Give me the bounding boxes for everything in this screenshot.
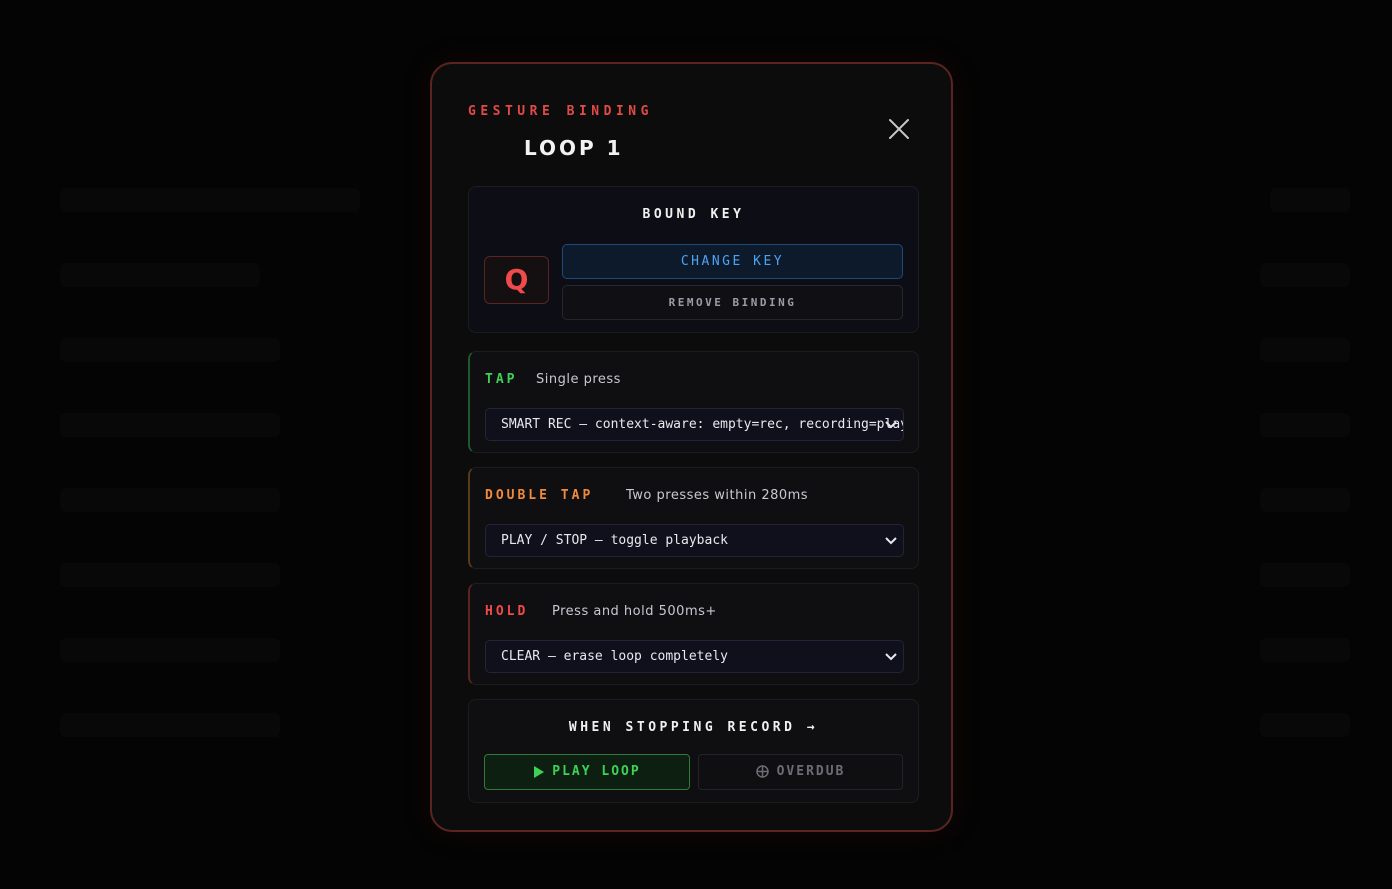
remove-binding-button[interactable]: REMOVE BINDING [562, 285, 903, 320]
play-icon [534, 765, 545, 778]
hold-action-select[interactable]: CLEAR — erase loop completely [485, 640, 904, 673]
stop-record-card: WHEN STOPPING RECORD → PLAY LOOP OVERDUB [468, 699, 919, 803]
bound-key-card: BOUND KEY Q CHANGE KEY REMOVE BINDING [468, 186, 919, 333]
double-tap-gesture-card: DOUBLE TAP Two presses within 280ms PLAY… [468, 467, 919, 569]
modal-title: LOOP 1 [524, 136, 624, 160]
bound-key-cap: Q [484, 256, 549, 304]
double-tap-action-select[interactable]: PLAY / STOP — toggle playback [485, 524, 904, 557]
bound-key-heading: BOUND KEY [642, 207, 745, 222]
overdub-button[interactable]: OVERDUB [698, 754, 903, 790]
tap-action-value: SMART REC — context-aware: empty=rec, re… [501, 417, 904, 432]
chevron-down-icon [885, 421, 897, 429]
stop-record-heading: WHEN STOPPING RECORD → [568, 720, 819, 735]
modal-eyebrow: GESTURE BINDING [468, 104, 653, 119]
gesture-binding-modal: GESTURE BINDING LOOP 1 BOUND KEY Q CHANG… [430, 62, 953, 832]
hold-label: HOLD [485, 604, 529, 619]
tap-label: TAP [485, 372, 518, 387]
double-tap-action-value: PLAY / STOP — toggle playback [501, 533, 728, 548]
double-tap-description: Two presses within 280ms [626, 488, 809, 503]
tap-action-select[interactable]: SMART REC — context-aware: empty=rec, re… [485, 408, 904, 441]
tap-gesture-card: TAP Single press SMART REC — context-awa… [468, 351, 919, 453]
overdub-label: OVERDUB [776, 764, 846, 779]
tap-description: Single press [536, 372, 621, 387]
double-tap-label: DOUBLE TAP [485, 488, 594, 503]
chevron-down-icon [885, 653, 897, 661]
overdub-icon [755, 765, 769, 778]
change-key-button[interactable]: CHANGE KEY [562, 244, 903, 279]
play-loop-label: PLAY LOOP [552, 764, 641, 779]
close-icon [889, 119, 909, 139]
close-button[interactable] [888, 118, 910, 140]
play-loop-button[interactable]: PLAY LOOP [484, 754, 690, 790]
hold-description: Press and hold 500ms+ [552, 604, 717, 619]
hold-gesture-card: HOLD Press and hold 500ms+ CLEAR — erase… [468, 583, 919, 685]
chevron-down-icon [885, 537, 897, 545]
hold-action-value: CLEAR — erase loop completely [501, 649, 728, 664]
